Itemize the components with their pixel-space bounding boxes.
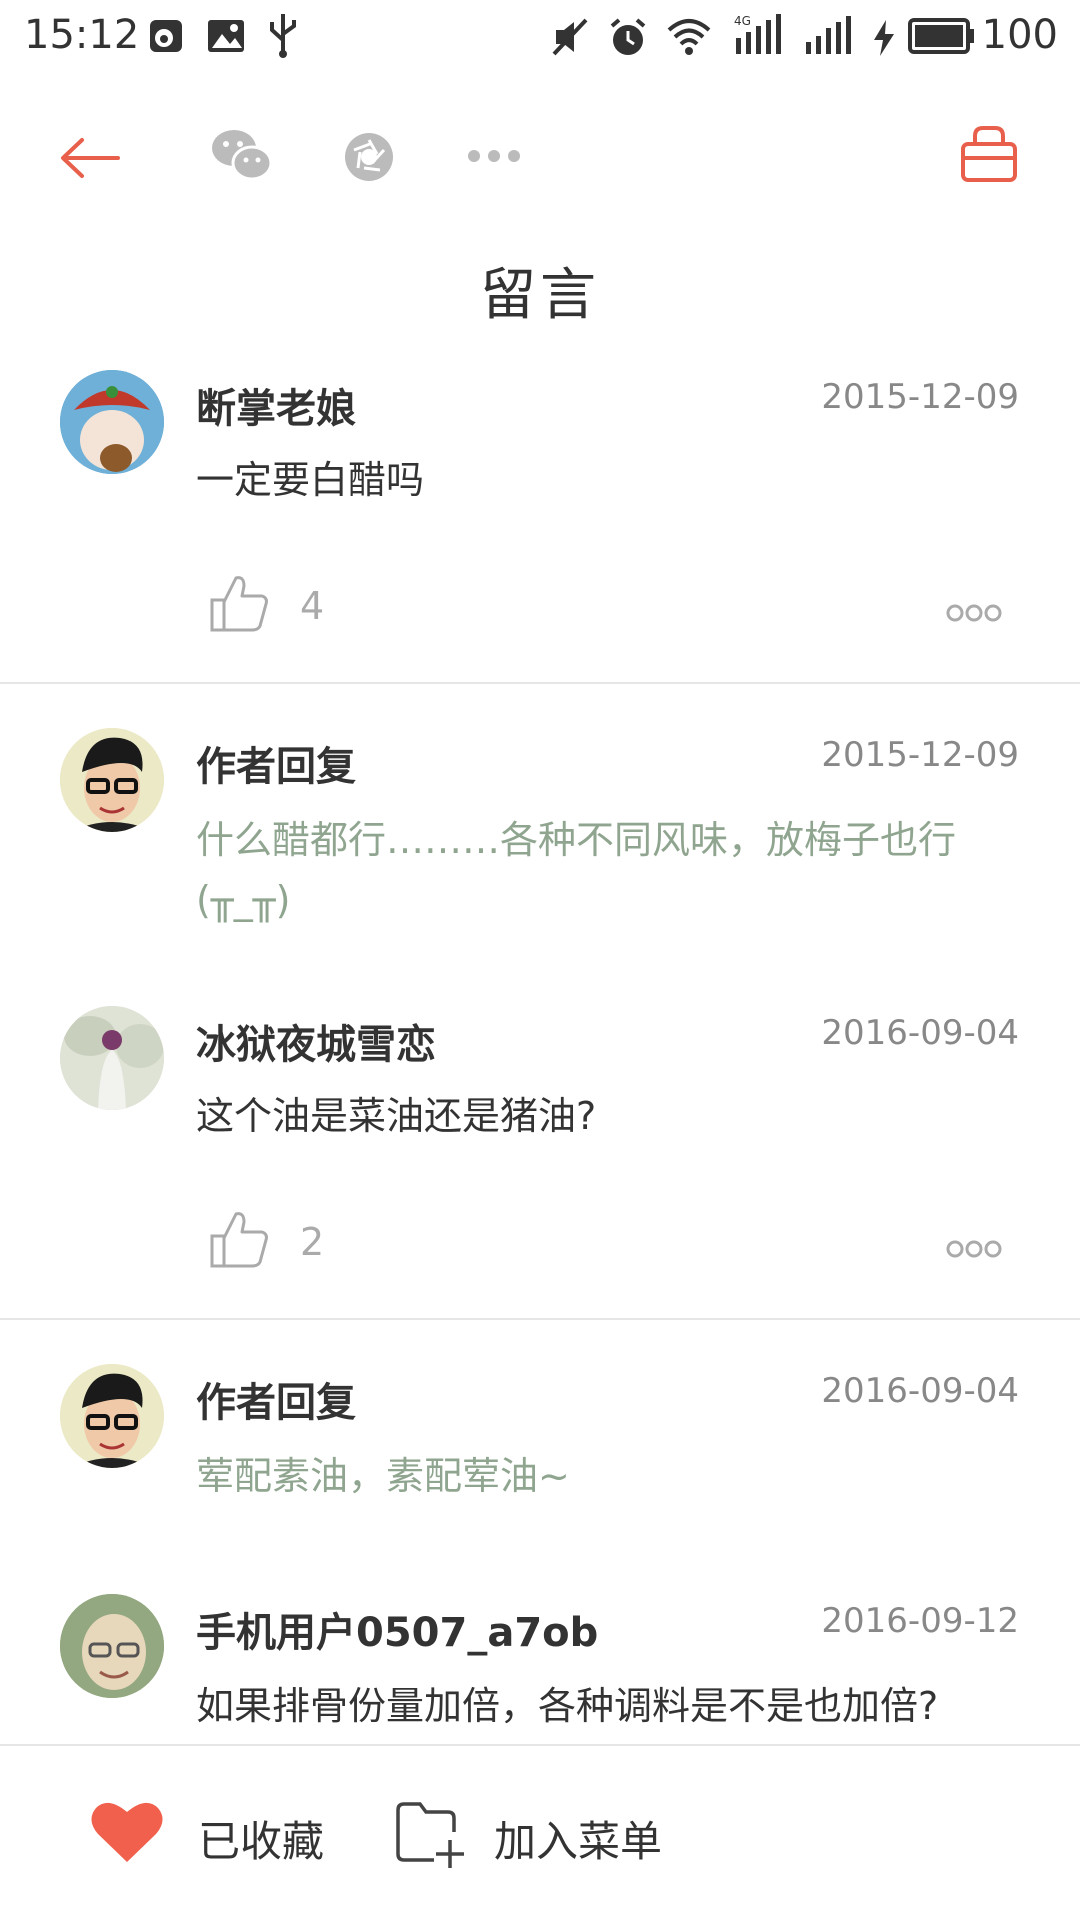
comment-date: 2016-09-04 bbox=[821, 1371, 1019, 1411]
signal-4g-icon: 4G bbox=[734, 14, 781, 54]
battery-level: 100 bbox=[981, 12, 1058, 58]
status-bar: 15:12 4G 100 bbox=[0, 0, 1080, 75]
usb-icon bbox=[270, 14, 296, 58]
toolbar bbox=[0, 100, 1080, 220]
comment-date: 2015-12-09 bbox=[821, 735, 1019, 775]
avatar[interactable] bbox=[60, 1364, 164, 1468]
comment-date: 2016-09-12 bbox=[821, 1601, 1019, 1641]
comment-date: 2015-12-09 bbox=[821, 377, 1019, 417]
back-arrow-icon[interactable] bbox=[58, 136, 122, 180]
charging-icon bbox=[874, 20, 894, 56]
commenter-name[interactable]: 作者回复 bbox=[196, 1370, 356, 1428]
reply-text: 荤配素油，素配荤油~ bbox=[196, 1454, 570, 1498]
commenter-name[interactable]: 断掌老娘 bbox=[196, 376, 356, 434]
more-options-icon[interactable] bbox=[946, 602, 1002, 624]
comment-text: 如果排骨份量加倍，各种调料是不是也加倍? bbox=[196, 1684, 939, 1728]
battery-icon bbox=[908, 18, 974, 54]
favorite-button[interactable]: 已收藏 bbox=[80, 1786, 340, 1886]
add-menu-label: 加入菜单 bbox=[494, 1817, 663, 1866]
image-icon bbox=[208, 20, 244, 52]
svg-text:4G: 4G bbox=[734, 14, 751, 28]
avatar[interactable] bbox=[60, 370, 164, 474]
avatar[interactable] bbox=[60, 1006, 164, 1110]
add-to-menu-button[interactable]: 加入菜单 bbox=[386, 1786, 686, 1886]
more-options-icon[interactable] bbox=[946, 1238, 1002, 1260]
status-time: 15:12 bbox=[24, 12, 140, 58]
page-title: 留言 bbox=[480, 263, 600, 328]
commenter-name[interactable]: 作者回复 bbox=[196, 734, 356, 792]
comment-date: 2016-09-04 bbox=[821, 1013, 1019, 1053]
commenter-name[interactable]: 手机用户0507_a7ob bbox=[196, 1600, 598, 1658]
basket-icon[interactable] bbox=[960, 124, 1018, 184]
reply-text: 什么醋都行………各种不同风味，放梅子也行(╥_╥) bbox=[196, 818, 957, 922]
like-count: 2 bbox=[300, 1220, 325, 1264]
bottom-action-bar: 已收藏 加入菜单 bbox=[0, 1744, 1080, 1922]
avatar[interactable] bbox=[60, 728, 164, 832]
divider bbox=[0, 682, 1080, 684]
like-count: 4 bbox=[300, 584, 325, 628]
wechat-icon[interactable] bbox=[210, 128, 274, 184]
comment-text: 这个油是菜油还是猪油? bbox=[196, 1094, 597, 1138]
commenter-name[interactable]: 冰狱夜城雪恋 bbox=[196, 1012, 436, 1070]
wifi-icon bbox=[667, 19, 711, 55]
signal-icon bbox=[806, 16, 851, 54]
avatar[interactable] bbox=[60, 1594, 164, 1698]
divider bbox=[0, 1318, 1080, 1320]
weibo-icon bbox=[150, 20, 182, 52]
thumbs-up-icon[interactable] bbox=[208, 1208, 270, 1270]
favorite-label: 已收藏 bbox=[198, 1817, 325, 1866]
folder-add-icon bbox=[396, 1802, 464, 1868]
thumbs-up-icon[interactable] bbox=[208, 572, 270, 634]
mute-icon bbox=[552, 18, 588, 56]
heart-icon bbox=[91, 1802, 163, 1862]
moments-icon[interactable] bbox=[342, 130, 396, 184]
alarm-icon bbox=[610, 18, 646, 55]
more-dots-icon[interactable] bbox=[466, 148, 522, 164]
comment-text: 一定要白醋吗 bbox=[196, 458, 425, 502]
